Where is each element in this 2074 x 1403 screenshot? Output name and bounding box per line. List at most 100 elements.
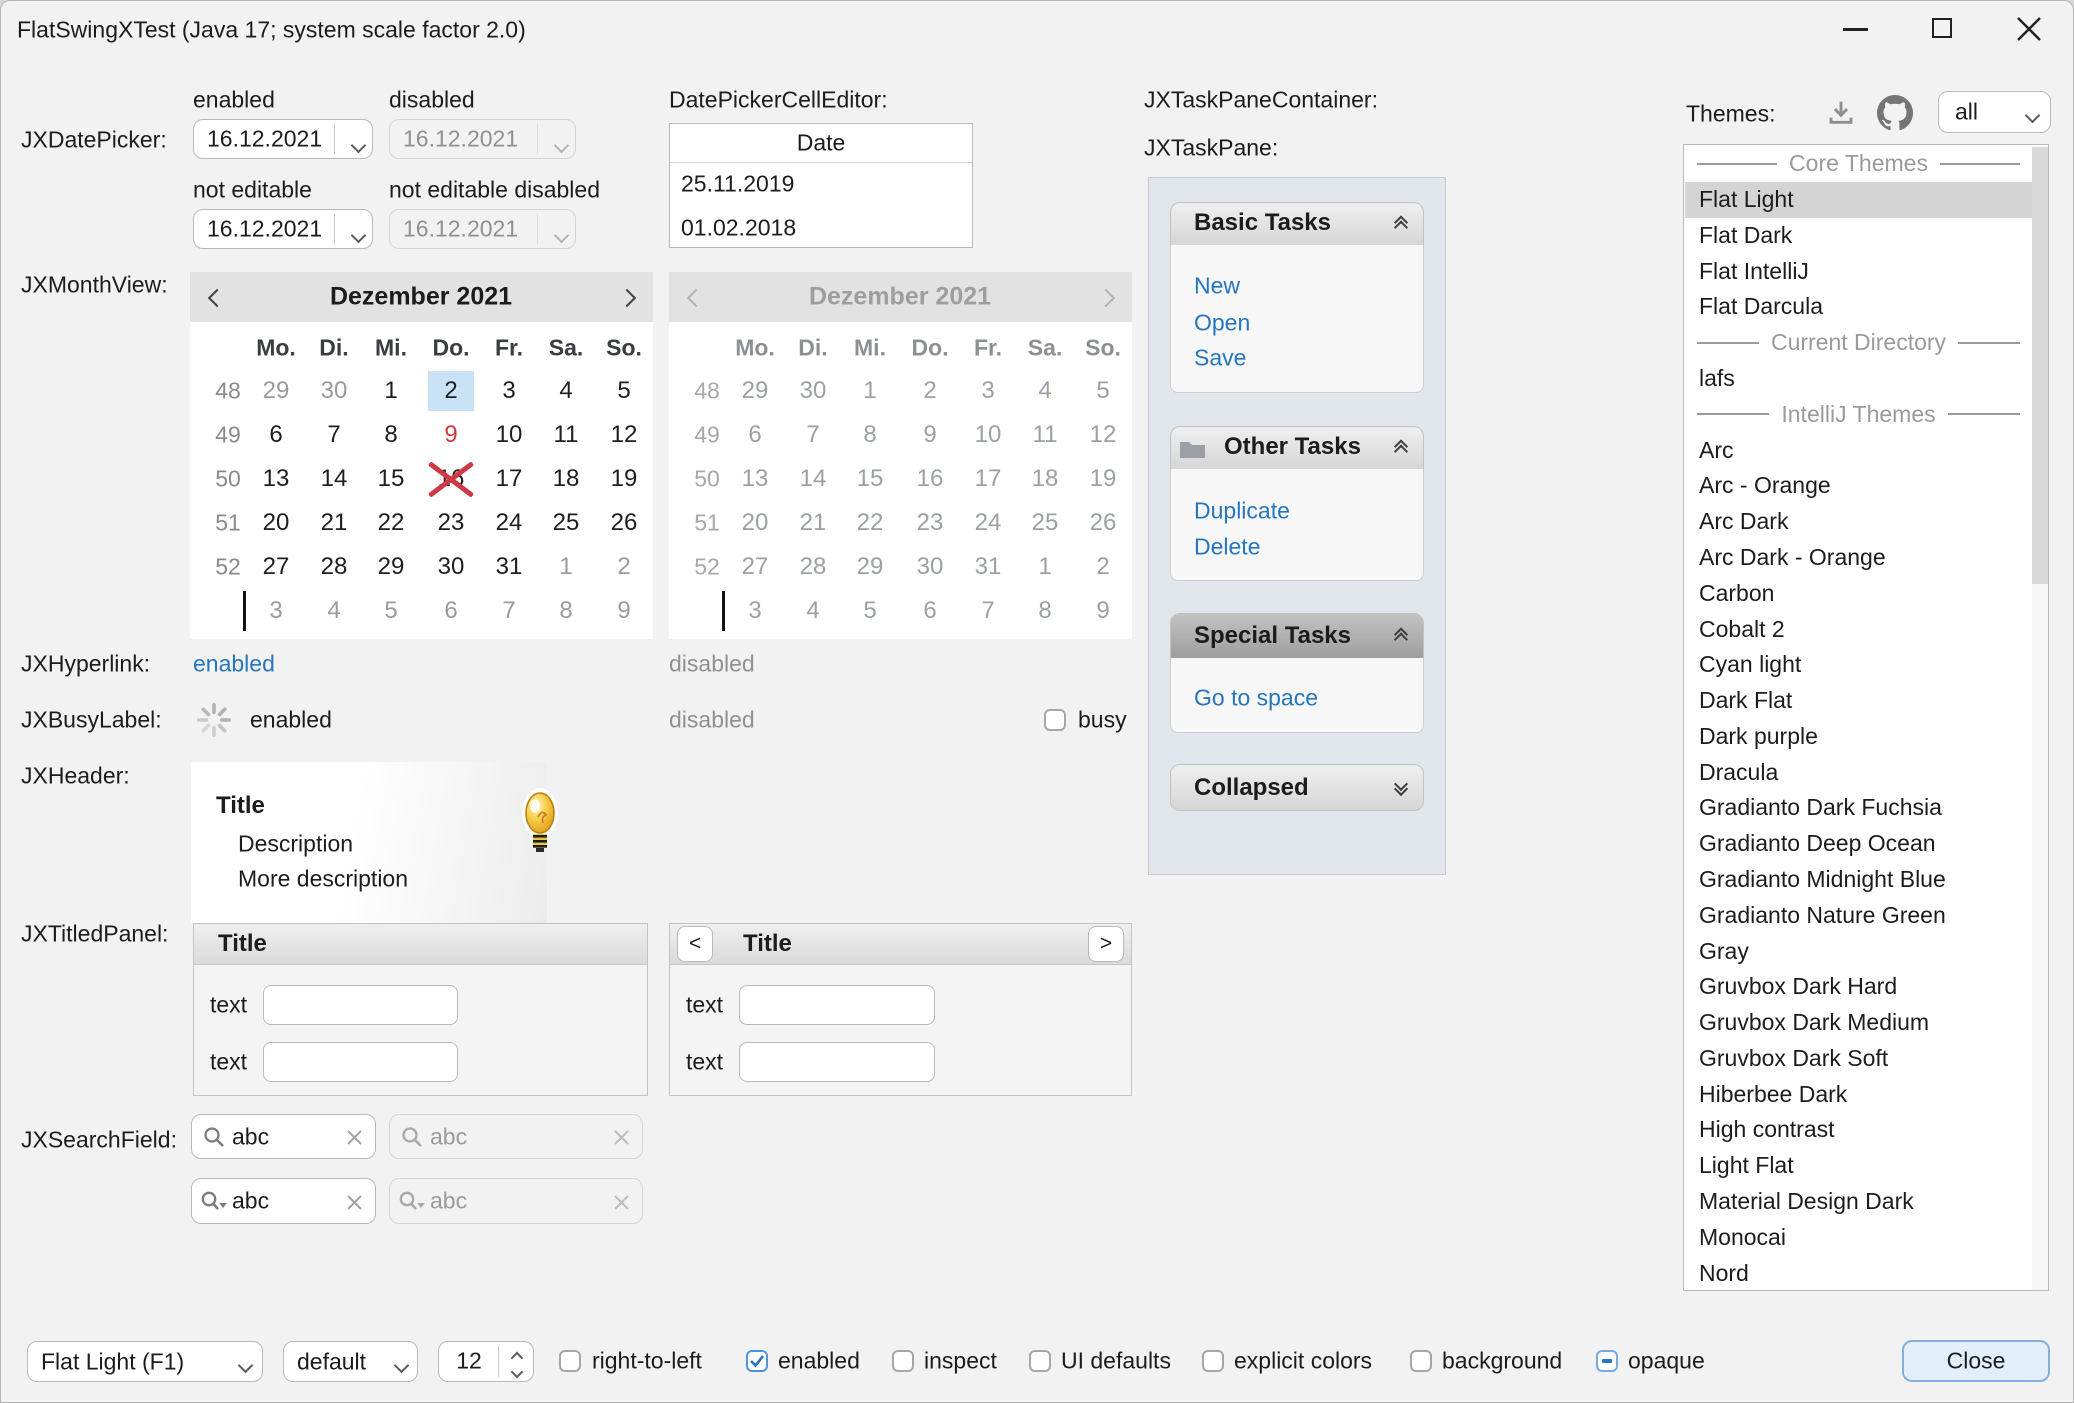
day-cell[interactable]: 8 bbox=[559, 597, 572, 625]
day-cell[interactable]: 31 bbox=[496, 553, 523, 581]
theme-list-item[interactable]: Carbon bbox=[1685, 575, 2032, 611]
text-input[interactable] bbox=[263, 985, 458, 1025]
day-cell[interactable]: 9 bbox=[617, 597, 630, 625]
day-cell[interactable]: 9 bbox=[444, 421, 457, 449]
day-cell[interactable]: 15 bbox=[378, 465, 405, 493]
day-cell[interactable]: 17 bbox=[496, 465, 523, 493]
search-menu-icon[interactable] bbox=[201, 1190, 229, 1214]
theme-list-item[interactable]: Arc Dark bbox=[1685, 504, 2032, 540]
download-icon[interactable] bbox=[1825, 97, 1857, 129]
theme-list-item[interactable]: Gray bbox=[1685, 933, 2032, 969]
day-cell[interactable]: 30 bbox=[438, 553, 465, 581]
collapse-icon[interactable] bbox=[1396, 630, 1406, 645]
day-cell[interactable]: 19 bbox=[611, 465, 638, 493]
theme-list-item[interactable]: Gruvbox Dark Hard bbox=[1685, 969, 2032, 1005]
datepicker-enabled-value[interactable]: 16.12.2021 bbox=[207, 126, 322, 153]
day-cell[interactable]: 2 bbox=[444, 377, 457, 405]
day-cell[interactable]: 7 bbox=[502, 597, 515, 625]
day-cell[interactable]: 1 bbox=[559, 553, 572, 581]
taskpane-header-other-tasks[interactable]: Other Tasks bbox=[1170, 426, 1424, 470]
day-cell[interactable]: 30 bbox=[321, 377, 348, 405]
datepicker-not-editable[interactable]: 16.12.2021 bbox=[193, 209, 373, 249]
day-cell[interactable]: 3 bbox=[269, 597, 282, 625]
datepicker-not-editable-value[interactable]: 16.12.2021 bbox=[207, 216, 322, 243]
day-cell[interactable]: 5 bbox=[617, 377, 630, 405]
day-cell[interactable]: 10 bbox=[496, 421, 523, 449]
theme-list-item[interactable]: Gradianto Deep Ocean bbox=[1685, 826, 2032, 862]
minimize-button[interactable] bbox=[1823, 1, 1887, 55]
theme-list-item[interactable]: Arc Dark - Orange bbox=[1685, 540, 2032, 576]
day-cell[interactable]: 6 bbox=[269, 421, 282, 449]
theme-list-item[interactable]: Cyan light bbox=[1685, 647, 2032, 683]
day-cell[interactable]: 4 bbox=[559, 377, 572, 405]
datepicker-enabled-dropdown-button[interactable] bbox=[334, 124, 372, 154]
day-cell[interactable]: 11 bbox=[554, 421, 579, 449]
opaque-checkbox[interactable] bbox=[1596, 1350, 1618, 1372]
titled-panel-left-button[interactable]: < bbox=[677, 926, 713, 962]
day-cell[interactable]: 27 bbox=[263, 553, 290, 581]
theme-list-item[interactable]: Flat Darcula bbox=[1685, 289, 2032, 325]
titled-panel-right-button[interactable]: > bbox=[1088, 926, 1124, 962]
task-link-go-to-space[interactable]: Go to space bbox=[1194, 685, 1318, 712]
theme-list-item[interactable]: Dark purple bbox=[1685, 718, 2032, 754]
scale-combobox[interactable]: default bbox=[283, 1341, 418, 1382]
right-to-left-checkbox[interactable] bbox=[559, 1350, 581, 1372]
taskpane-header-collapsed[interactable]: Collapsed bbox=[1170, 764, 1424, 811]
day-cell[interactable]: 29 bbox=[378, 553, 405, 581]
table-row[interactable]: 01.02.2018 bbox=[681, 215, 796, 242]
taskpane-header-special-tasks[interactable]: Special Tasks bbox=[1170, 613, 1424, 659]
background-checkbox[interactable] bbox=[1410, 1350, 1432, 1372]
text-input[interactable] bbox=[739, 985, 935, 1025]
day-cell[interactable]: 6 bbox=[444, 597, 457, 625]
day-cell[interactable]: 7 bbox=[327, 421, 340, 449]
search-input[interactable]: abc bbox=[232, 1188, 269, 1215]
task-link-new[interactable]: New bbox=[1194, 273, 1240, 300]
day-cell[interactable]: 2 bbox=[617, 553, 630, 581]
day-cell[interactable]: 3 bbox=[502, 377, 515, 405]
theme-list-item[interactable]: Gradianto Dark Fuchsia bbox=[1685, 790, 2032, 826]
expand-icon[interactable] bbox=[1396, 782, 1406, 794]
theme-list-item[interactable]: Arc bbox=[1685, 432, 2032, 468]
search-input[interactable]: abc bbox=[232, 1123, 269, 1150]
day-cell[interactable]: 24 bbox=[496, 509, 523, 537]
inspect-checkbox[interactable] bbox=[892, 1350, 914, 1372]
theme-list-item[interactable]: Gruvbox Dark Soft bbox=[1685, 1041, 2032, 1077]
theme-list-item[interactable]: Nord bbox=[1685, 1255, 2032, 1291]
themes-filter-combobox[interactable]: all bbox=[1938, 91, 2051, 133]
day-cell[interactable]: 26 bbox=[611, 509, 638, 537]
search-field-with-menu-enabled[interactable]: abc bbox=[191, 1178, 376, 1224]
theme-list-item[interactable]: Flat IntelliJ bbox=[1685, 253, 2032, 289]
text-input[interactable] bbox=[739, 1042, 935, 1082]
explicit colors-checkbox[interactable] bbox=[1202, 1350, 1224, 1372]
table-row[interactable]: 25.11.2019 bbox=[681, 171, 794, 198]
day-cell[interactable]: 12 bbox=[611, 421, 638, 449]
search-field-enabled[interactable]: abc bbox=[191, 1114, 376, 1159]
next-month-button[interactable] bbox=[621, 284, 634, 311]
text-input[interactable] bbox=[263, 1042, 458, 1082]
theme-list-item[interactable]: Arc - Orange bbox=[1685, 468, 2032, 504]
day-cell[interactable]: 4 bbox=[327, 597, 340, 625]
theme-list-item[interactable]: Material Design Dark bbox=[1685, 1184, 2032, 1220]
day-cell[interactable]: 21 bbox=[321, 509, 348, 537]
close-button[interactable]: Close bbox=[1902, 1340, 2050, 1382]
scrollbar-thumb[interactable] bbox=[2032, 147, 2048, 584]
theme-list-item[interactable]: Gradianto Nature Green bbox=[1685, 897, 2032, 933]
theme-list-item[interactable]: Gradianto Midnight Blue bbox=[1685, 862, 2032, 898]
clear-icon[interactable] bbox=[346, 1194, 363, 1211]
day-cell[interactable]: 14 bbox=[321, 465, 348, 493]
day-cell[interactable]: 13 bbox=[263, 465, 290, 493]
theme-list-item[interactable]: Hiberbee Dark bbox=[1685, 1076, 2032, 1112]
theme-list-item[interactable]: Gruvbox Dark Medium bbox=[1685, 1005, 2032, 1041]
day-cell[interactable]: 1 bbox=[384, 377, 397, 405]
busy-checkbox[interactable] bbox=[1044, 709, 1066, 731]
theme-list-item[interactable]: Cobalt 2 bbox=[1685, 611, 2032, 647]
taskpane-header-basic-tasks[interactable]: Basic Tasks bbox=[1170, 202, 1424, 246]
day-cell[interactable]: 28 bbox=[321, 553, 348, 581]
font-size-spinner[interactable]: 12 bbox=[438, 1341, 534, 1382]
theme-list-item[interactable]: lafs bbox=[1685, 361, 2032, 397]
day-cell[interactable]: 22 bbox=[378, 509, 405, 537]
day-cell[interactable]: 5 bbox=[384, 597, 397, 625]
task-link-save[interactable]: Save bbox=[1194, 345, 1246, 372]
enabled-checkbox[interactable] bbox=[746, 1350, 768, 1372]
day-cell[interactable]: 23 bbox=[438, 509, 465, 537]
